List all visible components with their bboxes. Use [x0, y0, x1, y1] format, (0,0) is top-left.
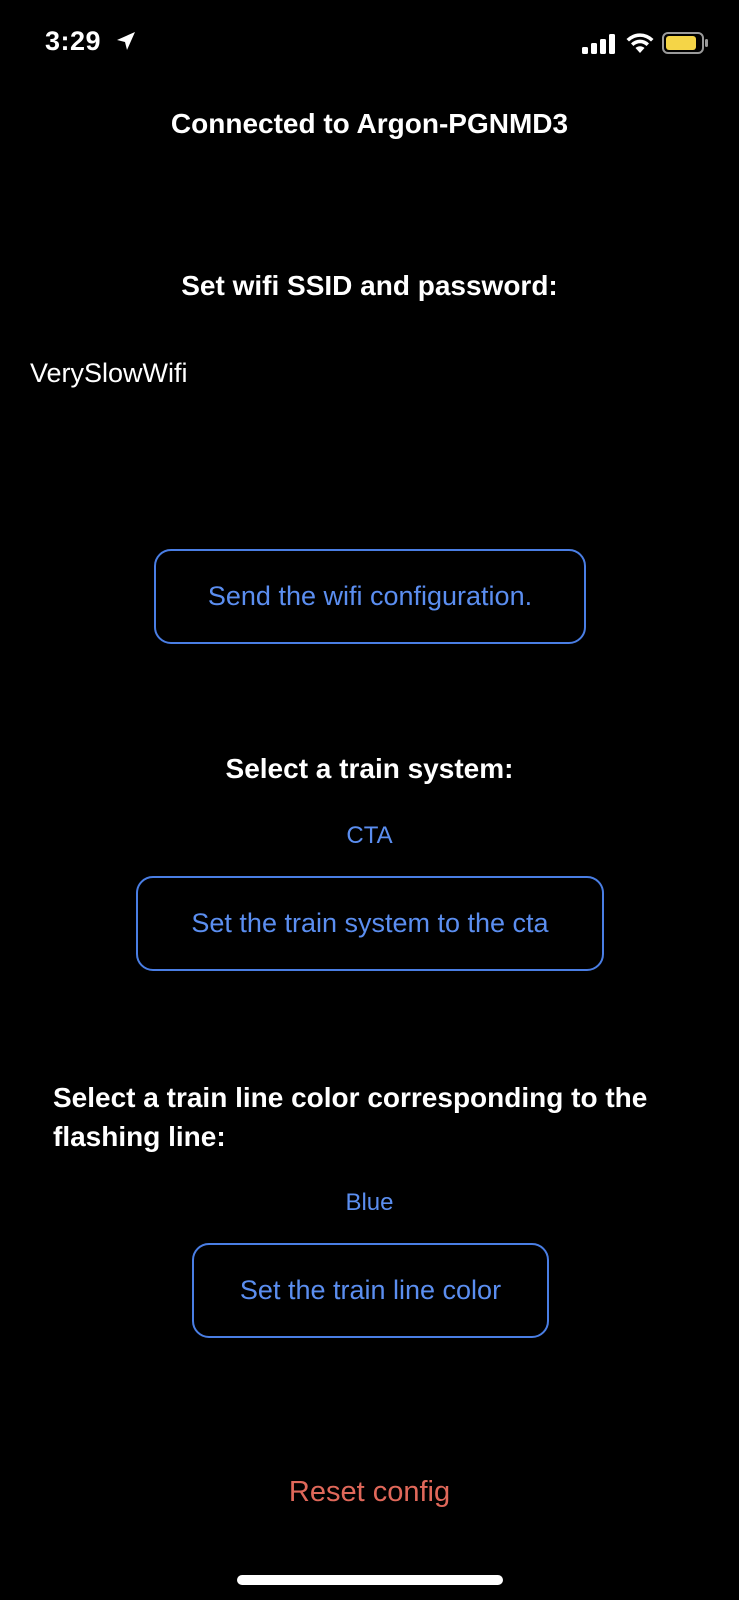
wifi-icon — [624, 31, 656, 55]
train-line-heading: Select a train line color corresponding … — [53, 1082, 648, 1152]
set-train-system-button[interactable]: Set the train system to the cta — [136, 876, 604, 971]
cellular-signal-icon — [582, 34, 616, 54]
set-train-system-label: Set the train system to the cta — [191, 908, 549, 938]
ssid-input[interactable]: VerySlowWifi — [30, 358, 188, 389]
set-train-line-color-button[interactable]: Set the train line color — [192, 1243, 549, 1338]
set-train-line-color-label: Set the train line color — [239, 1275, 502, 1305]
wifi-section-heading: Set wifi SSID and password: — [181, 270, 558, 301]
status-time: 3:29 — [45, 26, 102, 56]
send-wifi-config-label: Send the wifi configuration. — [207, 581, 533, 611]
location-arrow-icon — [114, 30, 138, 54]
page-title: Connected to Argon-PGNMD3 — [170, 108, 569, 139]
send-wifi-config-button[interactable]: Send the wifi configuration. — [154, 549, 586, 644]
battery-icon — [662, 31, 710, 55]
train-line-color-picker[interactable]: Blue — [0, 1189, 739, 1217]
reset-config-button[interactable]: Reset config — [0, 1476, 739, 1509]
train-system-picker[interactable]: CTA — [0, 822, 739, 850]
train-system-heading: Select a train system: — [225, 753, 514, 784]
home-indicator[interactable] — [237, 1575, 503, 1585]
